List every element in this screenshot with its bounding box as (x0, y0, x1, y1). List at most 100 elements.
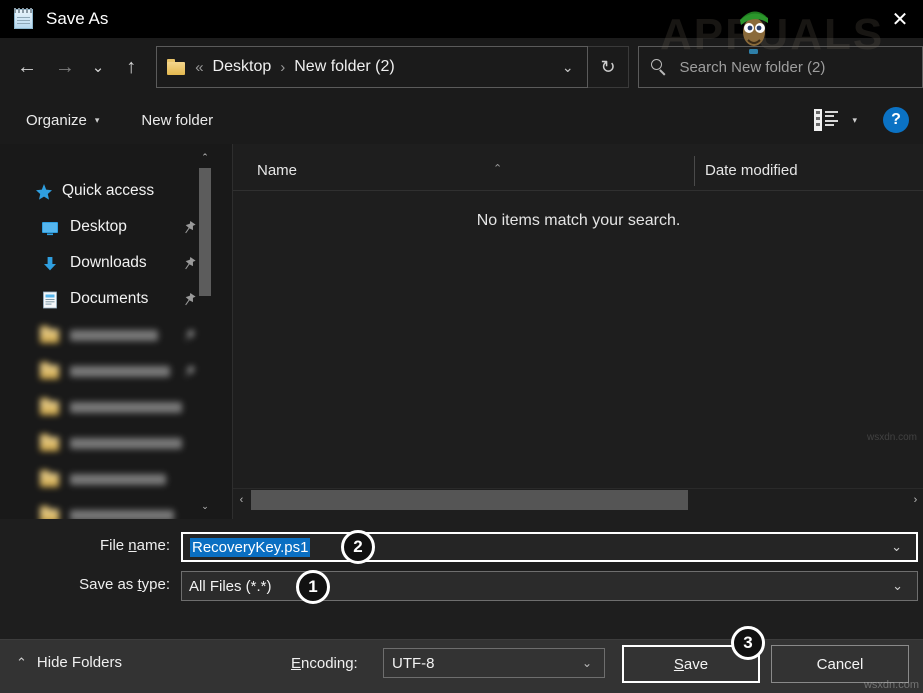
list-item[interactable] (0, 498, 212, 519)
back-button[interactable]: ← (8, 47, 46, 87)
scrollbar-thumb[interactable] (251, 490, 688, 510)
list-item-label (70, 474, 166, 485)
list-item[interactable] (0, 462, 212, 498)
sidebar-item-documents[interactable]: Documents (0, 282, 212, 318)
annotation-badge-2: 2 (341, 530, 375, 564)
breadcrumb-overflow-icon[interactable]: « (195, 59, 203, 76)
encoding-label: Encoding: (291, 655, 358, 672)
sidebar-item-downloads[interactable]: Downloads (0, 246, 212, 282)
window-title: Save As (46, 9, 108, 29)
file-list-horizontal-scrollbar[interactable]: ‹ › (233, 488, 923, 511)
sidebar-item-label: Quick access (62, 182, 154, 200)
sidebar-scrollbar[interactable]: ⌃ ⌄ (198, 150, 212, 513)
scrollbar-thumb[interactable] (199, 168, 211, 296)
scroll-up-icon[interactable]: ⌃ (198, 150, 212, 164)
annotation-badge-1: 1 (296, 570, 330, 604)
chevron-up-icon: ⌃ (16, 655, 27, 671)
hide-folders-label: Hide Folders (37, 654, 122, 671)
column-divider[interactable] (694, 156, 695, 186)
encoding-label-key: E (291, 655, 301, 672)
save-label-post: ave (684, 656, 708, 673)
notepad-icon (13, 8, 35, 30)
save-as-type-value: All Files (*.*) (189, 578, 272, 595)
search-icon (651, 59, 667, 75)
encoding-select[interactable]: UTF-8 ⌄ (383, 648, 605, 678)
view-options-chevron-down-icon[interactable]: ▾ (852, 115, 857, 126)
cancel-button[interactable]: Cancel (771, 645, 909, 683)
chevron-down-icon: ▾ (95, 115, 100, 126)
navigation-pane: Quick access Desktop Downloads (0, 144, 212, 519)
refresh-icon[interactable]: ↻ (588, 46, 630, 88)
file-name-label-pre: File (100, 537, 128, 554)
command-toolbar: Organize ▾ New folder ▾ ? (0, 96, 923, 144)
sidebar-item-quick-access[interactable]: Quick access (0, 174, 212, 210)
save-label-key: S (674, 656, 684, 673)
address-bar-row: ← → ⌄ ↑ « Desktop › New folder (2) ⌄ ↻ S… (0, 38, 923, 96)
save-as-dialog: Save As ✕ ← → ⌄ ↑ « Desktop › New folder… (0, 0, 923, 693)
main-area: Quick access Desktop Downloads (0, 144, 923, 519)
sidebar-item-label: Desktop (70, 218, 127, 236)
folder-icon (167, 59, 186, 75)
forward-button[interactable]: → (46, 47, 84, 87)
chevron-right-icon: › (280, 59, 285, 76)
folder-icon (40, 326, 60, 346)
list-item[interactable] (0, 390, 212, 426)
list-item[interactable] (0, 354, 212, 390)
chevron-down-icon[interactable]: ⌄ (891, 539, 902, 555)
folder-icon (40, 362, 60, 382)
title-bar: Save As ✕ (0, 0, 923, 38)
recent-locations-button[interactable]: ⌄ (84, 47, 112, 87)
save-as-type-label: Save as type: (0, 576, 170, 593)
pin-icon[interactable] (182, 220, 196, 236)
pin-icon[interactable] (182, 256, 196, 272)
close-icon[interactable]: ✕ (877, 0, 923, 38)
documents-icon (40, 290, 60, 310)
list-view-icon[interactable] (814, 109, 840, 131)
file-name-input[interactable]: RecoveryKey.ps1 ⌄ (181, 532, 918, 562)
download-icon (40, 254, 60, 274)
desktop-icon (40, 218, 60, 238)
folder-icon (40, 434, 60, 454)
pin-icon[interactable] (182, 292, 196, 308)
column-header-name[interactable]: Name ⌃ (257, 162, 297, 179)
list-item-label (70, 438, 182, 449)
save-as-type-label-pre: Save as (79, 576, 137, 593)
sort-ascending-icon: ⌃ (493, 162, 502, 175)
pin-icon[interactable] (182, 328, 196, 344)
hide-folders-button[interactable]: ⌃ Hide Folders (16, 654, 122, 671)
organize-button[interactable]: Organize ▾ (20, 104, 105, 136)
chevron-down-icon[interactable]: ⌄ (549, 47, 587, 87)
up-button[interactable]: ↑ (112, 47, 150, 87)
new-folder-button[interactable]: New folder (135, 104, 219, 136)
chevron-down-icon[interactable]: ⌄ (892, 578, 903, 594)
folder-icon (40, 398, 60, 418)
breadcrumb[interactable]: « Desktop › New folder (2) ⌄ (156, 46, 587, 88)
sidebar-item-desktop[interactable]: Desktop (0, 210, 212, 246)
breadcrumb-item-new-folder-2[interactable]: New folder (2) (294, 58, 394, 76)
search-placeholder: Search New folder (2) (679, 59, 825, 76)
file-name-value: RecoveryKey.ps1 (190, 538, 310, 557)
chevron-down-icon[interactable]: ⌄ (582, 656, 592, 670)
save-as-type-label-post: ype: (142, 576, 170, 593)
save-as-type-select[interactable]: All Files (*.*) ⌄ (181, 571, 918, 601)
search-input[interactable]: Search New folder (2) (638, 46, 923, 88)
scroll-down-icon[interactable]: ⌄ (198, 499, 212, 513)
file-name-label: File name: (0, 537, 170, 554)
sidebar-item-label: Documents (70, 290, 148, 308)
annotation-badge-3: 3 (731, 626, 765, 660)
new-folder-label: New folder (141, 112, 213, 129)
column-headers: Name ⌃ Date modified (233, 152, 923, 191)
encoding-label-post: ncoding: (301, 655, 358, 672)
file-list-pane: Name ⌃ Date modified No items match your… (232, 144, 923, 519)
scroll-left-icon[interactable]: ‹ (233, 489, 250, 511)
encoding-value: UTF-8 (392, 655, 435, 672)
breadcrumb-item-desktop[interactable]: Desktop (213, 58, 272, 76)
file-name-label-key: n (128, 537, 136, 554)
scroll-right-icon[interactable]: › (907, 489, 923, 511)
column-header-date-modified[interactable]: Date modified (705, 162, 798, 179)
file-name-label-post: ame: (137, 537, 170, 554)
list-item[interactable] (0, 426, 212, 462)
list-item[interactable] (0, 318, 212, 354)
pin-icon[interactable] (182, 364, 196, 380)
help-button[interactable]: ? (883, 107, 909, 133)
